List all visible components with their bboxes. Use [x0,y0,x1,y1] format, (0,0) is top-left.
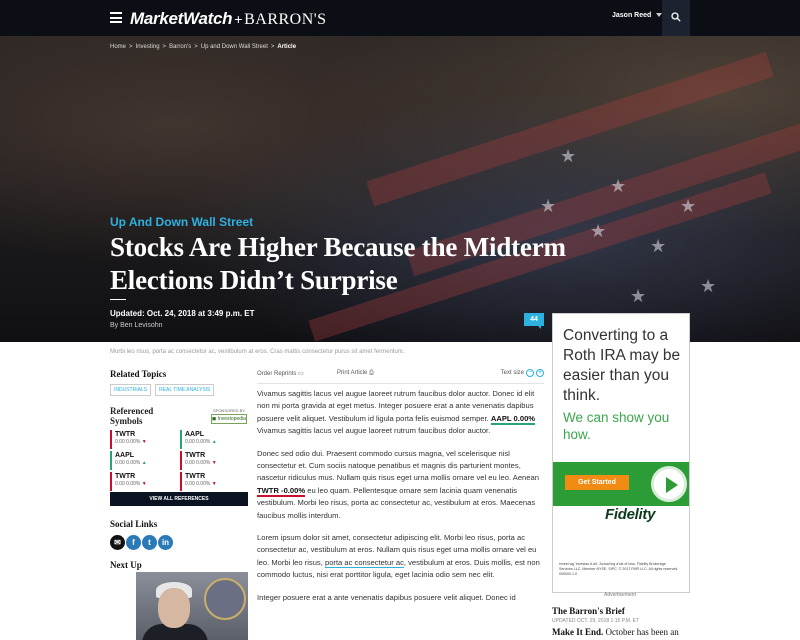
order-reprints-label: Order Reprints [257,371,297,377]
headline-divider [110,299,126,300]
hamburger-menu-icon[interactable] [110,12,122,23]
breadcrumb-home[interactable]: Home [110,44,126,50]
symbol-value: 0.00 0.00% [115,460,176,466]
image-caption: Morbi leo risus, porta ac consectetur ac… [110,349,405,355]
symbol-value: 0.00 0.00% [185,460,246,466]
sponsored-by-label: SPONSORED BY [212,408,245,413]
symbol-value: 0.00 0.00% [185,481,246,487]
symbol-ticker: TWTR [115,431,136,438]
brief-headline-bold: Make It End. [552,627,604,637]
breadcrumb-up-and-down[interactable]: Up and Down Wall Street [201,44,268,50]
top-navigation-bar: MarketWatch + BARRON'S Jason Reed [0,0,800,36]
symbol-card[interactable]: AAPL 0.00 0.00% [110,451,176,470]
view-all-references-button[interactable]: VIEW ALL REFERENCES [110,492,248,506]
tag-real-time-analysis[interactable]: REAL TIME ANALYSIS [155,384,215,396]
text-size-label: Text size [500,370,524,376]
breadcrumb-separator: > [129,44,133,50]
paragraph: Integer posuere erat a ante venenatis da… [257,592,544,604]
user-name: Jason Reed [612,12,652,19]
ticker-twtr[interactable]: TWTR -0.00% [257,485,306,497]
symbol-value: 0.00 0.00% [115,439,176,445]
email-icon[interactable]: ✉ [110,535,125,550]
article-headline: Stocks Are Higher Because the Midterm El… [110,232,566,295]
symbol-ticker: TWTR [185,452,206,459]
symbol-card[interactable]: TWTR 0.00 0.00% [110,430,176,449]
twitter-icon[interactable]: t [142,535,157,550]
symbol-card[interactable]: TWTR 0.00 0.00% [180,472,246,491]
article-toolbar: Order Reprints ▭ Print Article ⎙ Text si… [257,369,544,382]
brief-headline[interactable]: Make It End. October has been an [552,627,679,637]
paragraph-text: Donec sed odio dui. Praesent commodo cur… [257,448,539,483]
breadcrumb-barrons[interactable]: Barron's [169,44,191,50]
logo-barrons: BARRON'S [244,11,327,28]
reprint-icon: ▭ [298,371,304,377]
breadcrumb: Home > Investing > Barron's > Up and Down Wall… [110,44,299,50]
next-up-heading: Next Up [110,560,142,570]
ad-disclaimer: Invest wg 'investas A ait, 'Actual ing a… [559,562,679,576]
brief-title[interactable]: The Barron's Brief [552,606,679,616]
paragraph: Donec sed odio dui. Praesent commodo cur… [257,448,544,522]
comment-count-badge[interactable]: 44 [524,313,544,329]
printer-icon: ⎙ [369,370,374,376]
paragraph-text: Integer posuere erat a ante venenatis da… [257,592,516,602]
text-size-control: Text size − + [501,369,544,377]
article-body: Vivamus sagittis lacus vel augue laoreet… [257,388,544,614]
advertisement-label: Advertisement [604,592,636,598]
user-menu[interactable]: Jason Reed [612,12,663,19]
social-links-heading: Social Links [110,519,158,529]
breadcrumb-separator: > [194,44,198,50]
symbol-card[interactable]: TWTR 0.00 0.00% [110,472,176,491]
paragraph-text: Vivamus sagittis lacus vel augue laoreet… [257,426,491,436]
facebook-icon[interactable]: f [126,535,141,550]
article-timestamp: Updated: Oct. 24, 2018 at 3:49 p.m. ET [110,309,255,318]
symbol-value: 0.00 0.00% [115,481,176,487]
site-logo[interactable]: MarketWatch + BARRON'S [130,9,327,29]
referenced-symbols-heading: Referenced Symbols [110,406,154,426]
symbol-ticker: AAPL [115,452,135,459]
article-byline: By Ben Levisohn [110,322,163,329]
text-size-decrease-button[interactable]: − [526,369,534,377]
symbol-card[interactable]: TWTR 0.00 0.00% [180,451,246,470]
symbol-ticker: AAPL [185,431,205,438]
sponsor-logo[interactable]: ◼ Investopedia [211,414,247,424]
ad-headline: Converting to a Roth IRA may be easier t… [563,327,681,404]
breadcrumb-separator: > [270,44,275,50]
fidelity-logo: Fidelity [605,506,656,523]
breadcrumb-separator: > [162,44,167,50]
next-up-thumbnail[interactable] [136,572,248,640]
logo-marketwatch: MarketWatch [130,9,233,28]
arrow-right-icon[interactable] [651,466,687,502]
section-label[interactable]: Up And Down Wall Street [110,215,253,229]
ad-subline: We can show you how. [563,410,670,442]
logo-plus: + [234,11,243,27]
get-started-button[interactable]: Get Started [565,475,629,490]
topic-tags: INDUSTRIALS REAL TIME ANALYSIS [110,384,218,396]
fidelity-advertisement[interactable]: Converting to a Roth IRA may be easier t… [552,313,690,593]
symbol-card[interactable]: AAPL 0.00 0.00% [180,430,246,449]
brief-updated: UPDATED OCT. 29, 2018 1:15 P.M. ET [552,618,640,624]
order-reprints-link[interactable]: Order Reprints ▭ [257,370,304,377]
symbol-ticker: TWTR [115,473,136,480]
search-button[interactable] [662,0,690,36]
tag-industrials[interactable]: INDUSTRIALS [110,384,152,396]
text-size-increase-button[interactable]: + [536,369,544,377]
social-icons: ✉ f t in [110,532,174,550]
breadcrumb-current: Article [277,44,297,50]
symbol-ticker: TWTR [185,473,206,480]
symbol-value: 0.00 0.00% [185,439,246,445]
brief-headline-rest: October has been an [603,627,679,637]
ticker-aapl[interactable]: AAPL 0.00% [490,413,536,425]
sponsor-block: SPONSORED BY ◼ Investopedia [211,408,247,424]
related-topics-heading: Related Topics [110,369,167,379]
inline-link[interactable]: porta ac consectetur ac [324,557,404,568]
toolbar-divider [257,383,544,384]
barrons-brief: The Barron's Brief UPDATED OCT. 29, 2018… [552,606,679,637]
print-article-link[interactable]: Print Article ⎙ [337,370,374,377]
linkedin-icon[interactable]: in [158,535,173,550]
paragraph: Lorem ipsum dolor sit amet, consectetur … [257,532,544,582]
search-icon [671,12,681,22]
print-article-label: Print Article [337,370,368,376]
paragraph: Vivamus sagittis lacus vel augue laoreet… [257,388,544,438]
breadcrumb-investing[interactable]: Investing [136,44,160,50]
